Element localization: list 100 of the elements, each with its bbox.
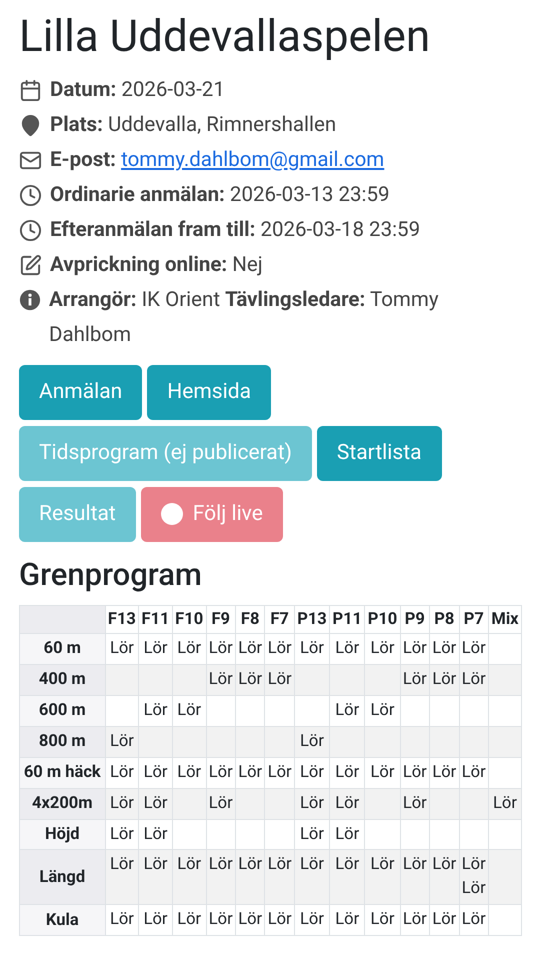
column-header: P8 [430, 605, 460, 634]
table-cell: Lör [105, 633, 139, 664]
table-cell: Lör [206, 757, 236, 788]
info-text: E-post: [50, 148, 116, 172]
info-text: Efteranmälan fram till: 2026-03-18 23:59 [50, 216, 422, 244]
column-header: Mix [488, 605, 522, 634]
table-cell: Lör [430, 757, 460, 788]
info-text: Avprickning online: Nej [50, 252, 264, 279]
table-cell: Lör [364, 633, 400, 664]
row-header: 400 m [20, 664, 106, 696]
column-header: P10 [364, 605, 400, 634]
table-cell: Lör [488, 788, 522, 820]
table-cell: Lör [400, 664, 430, 696]
info-text: Datum: 2026-03-21 [50, 76, 226, 104]
table-cell: Lör [294, 788, 330, 820]
action-button[interactable]: Hemsida [147, 364, 272, 420]
section-heading: Grenprogram [19, 556, 203, 593]
table-cell: Lör [206, 788, 236, 820]
table-cell: Lör [264, 633, 294, 664]
table-cell: Lör [330, 633, 365, 664]
table-cell: Lör [294, 633, 330, 664]
calendar-icon [19, 78, 42, 102]
table-cell: Lör [294, 904, 330, 936]
row-header: 600 m [20, 695, 106, 726]
table-cell: Lör [400, 757, 430, 788]
table-cell: Lör [330, 788, 365, 820]
row-header: 60 m [20, 633, 106, 664]
table-cell: Lör [138, 695, 172, 726]
table-cell: Lör [105, 757, 139, 788]
clock-icon [19, 218, 42, 242]
table-cell: Lör [459, 664, 488, 696]
table-cell: Lör [364, 904, 400, 936]
circle-icon [160, 503, 183, 526]
row-header: 800 m [20, 726, 106, 758]
info-text: Arrangör: IK Orient Tävlingsledare: Tommy Dahlbom [49, 286, 440, 349]
table-cell: Lör [264, 904, 294, 936]
table-cell: Lör Lör [459, 850, 488, 905]
info-icon [19, 288, 41, 311]
table-cell: Lör [400, 788, 430, 820]
email-link[interactable]: tommy.dahlbom@gmail.com [121, 148, 384, 172]
table-cell: Lör [330, 757, 365, 788]
action-button[interactable]: Startlista [316, 426, 442, 481]
column-header: F8 [235, 605, 265, 634]
table-cell: Lör [105, 726, 139, 758]
table-cell: Lör [206, 904, 236, 936]
table-cell: Lör [459, 633, 488, 664]
table-cell: Lör [430, 850, 460, 905]
table-cell: Lör [206, 850, 236, 905]
action-button[interactable]: Anmälan [19, 364, 142, 420]
column-header: F9 [206, 605, 236, 634]
table-cell: Lör [364, 695, 400, 726]
table-cell: Lör [264, 757, 294, 788]
table-cell: Lör [172, 850, 206, 905]
info-text: Ordinarie anmälan: 2026-03-13 23:59 [50, 182, 391, 209]
column-header: F13 [105, 605, 139, 634]
table-cell: Lör [138, 850, 172, 905]
table-cell: Lör [400, 904, 430, 936]
table-cell: Lör [264, 850, 294, 905]
table-cell: Lör [330, 850, 365, 905]
table-cell: Lör [138, 757, 172, 788]
table-cell: Lör [330, 819, 365, 850]
table-cell: Lör [430, 664, 460, 696]
info-text: Plats: Uddevalla, Rimnershallen [50, 112, 338, 139]
row-header: Kula [20, 904, 106, 936]
table-cell: Lör [294, 757, 330, 788]
page-title: Lilla Uddevallaspelen [19, 10, 432, 63]
table-cell: Lör [235, 757, 265, 788]
column-header: P11 [330, 605, 365, 634]
table-cell: Lör [364, 850, 400, 905]
edit-icon [19, 254, 42, 277]
table-cell: Lör [172, 633, 206, 664]
table-cell: Lör [172, 904, 206, 936]
column-header: P9 [400, 605, 430, 634]
table-cell: Lör [138, 633, 172, 664]
table-cell: Lör [400, 850, 430, 905]
row-header: Höjd [20, 819, 106, 850]
table-cell: Lör [400, 633, 430, 664]
table-cell: Lör [206, 664, 236, 696]
table-cell: Lör [235, 664, 265, 696]
row-header: 4x200m [20, 788, 106, 820]
map-pin-icon [19, 114, 42, 137]
row-header: Längd [20, 850, 106, 905]
table-cell: Lör [430, 633, 460, 664]
column-header: F11 [138, 605, 172, 634]
column-header: P13 [294, 605, 330, 634]
table-cell: Lör [105, 788, 139, 820]
column-header: F7 [264, 605, 294, 634]
column-header: P7 [459, 605, 488, 634]
column-header: F10 [172, 605, 206, 634]
clock-icon [19, 184, 42, 207]
table-cell: Lör [364, 757, 400, 788]
table-cell: Lör [294, 850, 330, 905]
table-cell: Lör [172, 757, 206, 788]
table-cell: Lör [330, 695, 365, 726]
table-cell: Lör [138, 819, 172, 850]
table-cell: Lör [330, 904, 365, 936]
table-cell: Lör [105, 850, 139, 905]
table-cell: Lör [264, 664, 294, 696]
table-cell: Lör [138, 788, 172, 820]
table-cell: Lör [459, 904, 488, 936]
